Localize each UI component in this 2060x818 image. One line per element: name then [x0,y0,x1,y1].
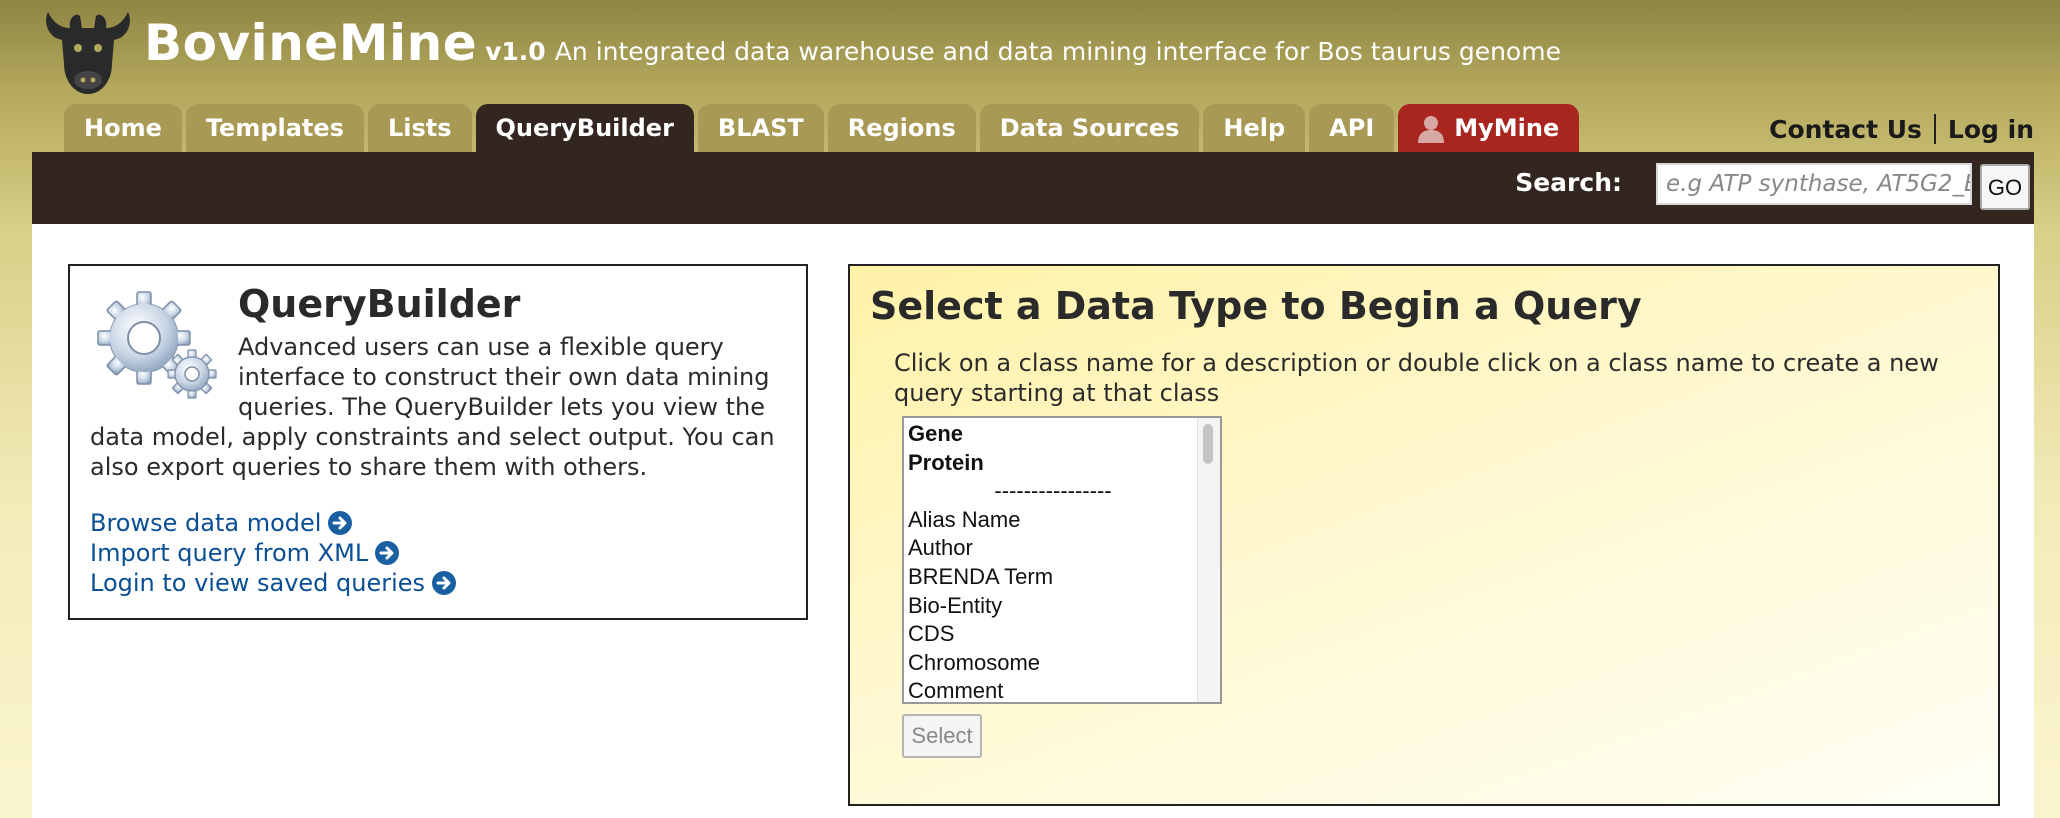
tab-templates[interactable]: Templates [185,104,364,152]
tab-regions[interactable]: Regions [827,104,976,152]
cow-head-icon[interactable] [40,6,136,98]
tab-querybuilder[interactable]: QueryBuilder [475,104,694,152]
user-icon [1418,116,1445,143]
arrow-right-circle-icon [432,571,457,595]
version-label: v1.0 [485,37,546,66]
datatype-title: Select a Data Type to Begin a Query [870,284,1642,328]
saved-queries-link[interactable]: Login to view saved queries [90,568,457,598]
scrollbar-thumb[interactable] [1203,424,1213,464]
class-option[interactable]: Author [908,534,1198,563]
class-option[interactable]: Alias Name [908,506,1198,535]
search-bar: Search: e.g ATP synthase, AT5G2_E GO [32,152,2034,224]
import-query-label: Import query from XML [90,539,369,567]
datatype-instructions: Click on a class name for a description … [894,349,1939,407]
browse-data-model-label: Browse data model [90,509,322,537]
class-separator: ---------------- [994,478,1112,504]
class-option[interactable]: Gene [908,420,1198,449]
arrow-right-circle-icon [328,511,353,535]
brand: BovineMine v1.0 An integrated data wareho… [144,14,1561,72]
tab-help[interactable]: Help [1203,104,1306,152]
class-option[interactable]: Comment [908,677,1198,702]
top-links: Contact Us Log in [1769,114,2034,144]
login-link[interactable]: Log in [1948,115,2034,144]
class-option[interactable]: Protein [908,449,1198,478]
browse-data-model-link[interactable]: Browse data model [90,508,457,538]
saved-queries-label: Login to view saved queries [90,569,426,597]
class-option[interactable]: Chromosome [908,649,1198,678]
main-nav-tabs: Home Templates Lists QueryBuilder BLAST … [64,104,1583,152]
search-label: Search: [1515,168,1622,197]
querybuilder-title: QueryBuilder [238,282,521,326]
class-option[interactable]: BRENDA Term [908,563,1198,592]
tab-lists[interactable]: Lists [367,104,472,152]
arrow-right-circle-icon [375,541,400,565]
tab-blast[interactable]: BLAST [697,104,824,152]
search-input[interactable]: e.g ATP synthase, AT5G2_E [1656,163,1972,205]
header: BovineMine v1.0 An integrated data wareho… [0,0,2060,105]
querybuilder-links: Browse data model Import query from XML … [90,508,457,598]
tab-mymine[interactable]: MyMine [1398,104,1580,152]
class-options: Gene Protein ---------------- Alias Name… [908,420,1198,702]
tagline: An integrated data warehouse and data mi… [554,37,1561,66]
select-button[interactable]: Select [902,714,982,758]
querybuilder-panel: QueryBuilder Advanced users can use a fl… [68,264,808,620]
tab-api[interactable]: API [1309,104,1395,152]
link-divider [1933,114,1936,144]
icon-spacer [90,332,238,418]
querybuilder-description-block: Advanced users can use a flexible query … [90,332,780,482]
go-button[interactable]: GO [1980,164,2030,210]
brand-name[interactable]: BovineMine [144,14,477,72]
select-datatype-panel: Select a Data Type to Begin a Query Clic… [848,264,2000,806]
tab-data-sources[interactable]: Data Sources [979,104,1200,152]
class-listbox[interactable]: Gene Protein ---------------- Alias Name… [902,416,1222,704]
tab-home[interactable]: Home [64,104,182,152]
contact-us-link[interactable]: Contact Us [1769,115,1922,144]
class-option[interactable]: CDS [908,620,1198,649]
listbox-scrollbar[interactable] [1197,418,1220,702]
import-query-link[interactable]: Import query from XML [90,538,457,568]
class-option[interactable]: Bio-Entity [908,592,1198,621]
tab-mymine-label: MyMine [1454,114,1560,142]
